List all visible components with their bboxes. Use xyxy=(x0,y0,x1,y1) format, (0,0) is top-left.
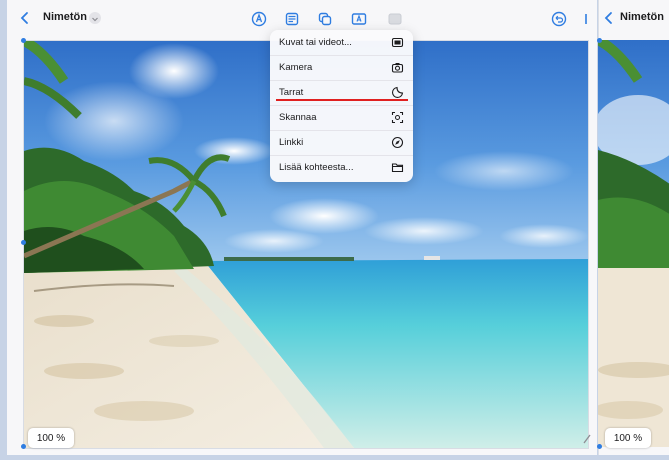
title-chevron-down-icon[interactable] xyxy=(89,12,101,24)
menu-item-label: Skannaa xyxy=(279,112,317,123)
share-icon[interactable] xyxy=(582,10,597,28)
menu-item-label: Kamera xyxy=(279,62,313,73)
menu-item-photos-videos[interactable]: Kuvat tai videot... xyxy=(270,30,413,56)
selection-handle-top-left[interactable] xyxy=(21,38,26,43)
menu-item-label: Lisää kohteesta... xyxy=(279,162,354,173)
media-icon[interactable] xyxy=(386,10,404,28)
menu-item-insert-from[interactable]: Lisää kohteesta... xyxy=(270,155,413,180)
menu-item-link[interactable]: Linkki xyxy=(270,130,413,156)
sticker-icon xyxy=(391,86,404,99)
scan-icon xyxy=(391,111,404,124)
insert-menu: Kuvat tai videot... Kamera Tarrat Skanna… xyxy=(270,30,413,182)
second-beach-photo[interactable] xyxy=(598,40,669,447)
second-beach-image xyxy=(598,40,669,447)
shapes-icon[interactable] xyxy=(316,10,334,28)
camera-icon xyxy=(391,63,404,73)
highlight-underline xyxy=(276,99,408,101)
textfield-icon[interactable] xyxy=(350,10,368,28)
menu-item-stickers[interactable]: Tarrat xyxy=(270,80,413,106)
pen-circle-icon[interactable] xyxy=(250,10,268,28)
undo-icon[interactable] xyxy=(550,10,568,28)
second-handle-bottom[interactable] xyxy=(597,444,602,449)
photo-icon xyxy=(391,37,404,48)
back-chevron-icon[interactable] xyxy=(17,10,33,26)
second-handle-top[interactable] xyxy=(597,38,602,43)
document-title[interactable]: Nimetön xyxy=(43,11,87,23)
folder-icon xyxy=(391,163,404,173)
second-zoom-indicator[interactable]: 100 % xyxy=(605,428,651,448)
selection-handle-left[interactable] xyxy=(21,240,26,245)
menu-item-scan[interactable]: Skannaa xyxy=(270,105,413,131)
menu-item-label: Kuvat tai videot... xyxy=(279,37,352,48)
menu-item-label: Tarrat xyxy=(279,87,304,98)
menu-item-label: Linkki xyxy=(279,137,304,148)
selection-handle-bottom-left[interactable] xyxy=(21,444,26,449)
pencil-icon[interactable] xyxy=(582,432,592,444)
text-box-icon[interactable] xyxy=(283,10,301,28)
zoom-indicator[interactable]: 100 % xyxy=(28,428,74,448)
menu-item-camera[interactable]: Kamera xyxy=(270,55,413,81)
second-back-chevron-icon[interactable] xyxy=(602,10,616,26)
second-document-title[interactable]: Nimetön xyxy=(620,11,664,23)
link-icon xyxy=(391,136,404,149)
